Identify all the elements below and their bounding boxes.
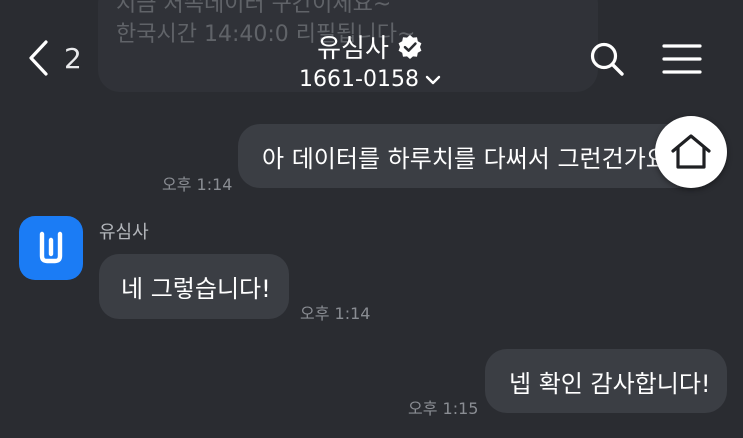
- search-icon[interactable]: [588, 40, 626, 78]
- usimsa-logo-icon: [39, 231, 63, 264]
- home-icon: [671, 134, 711, 169]
- outgoing-message-bubble[interactable]: 아 데이터를 하루치를 다써서 그런건가요: [238, 124, 698, 188]
- message-time: 오후 1:14: [162, 175, 233, 194]
- back-button[interactable]: 2: [26, 36, 86, 80]
- menu-icon[interactable]: [662, 42, 702, 76]
- chat-title-area: 유심사 1661-0158: [250, 28, 490, 92]
- outgoing-message-bubble[interactable]: 넵 확인 감사합니다!: [485, 349, 727, 413]
- unread-count: 2: [64, 41, 82, 75]
- sender-avatar[interactable]: [19, 216, 83, 280]
- chat-header: 2 유심사 1661-0158: [0, 0, 743, 105]
- message-time: 오후 1:15: [408, 399, 479, 418]
- home-button[interactable]: [655, 116, 727, 188]
- phone-number-dropdown[interactable]: 1661-0158: [299, 67, 441, 92]
- chat-title-text: 유심사: [317, 34, 389, 64]
- message-time: 오후 1:14: [300, 304, 371, 323]
- chat-title[interactable]: 유심사: [317, 28, 423, 65]
- message-text: 넵 확인 감사합니다!: [509, 369, 711, 398]
- incoming-message-bubble[interactable]: 네 그렇습니다!: [99, 254, 289, 319]
- chevron-left-icon: [29, 40, 48, 76]
- message-text: 아 데이터를 하루치를 다써서 그런건가요: [262, 144, 668, 173]
- verified-badge-icon: [398, 34, 422, 59]
- message-text: 네 그렇습니다!: [121, 275, 271, 303]
- chevron-down-icon: [425, 75, 441, 84]
- phone-number: 1661-0158: [299, 67, 419, 92]
- sender-name: 유심사: [99, 222, 149, 243]
